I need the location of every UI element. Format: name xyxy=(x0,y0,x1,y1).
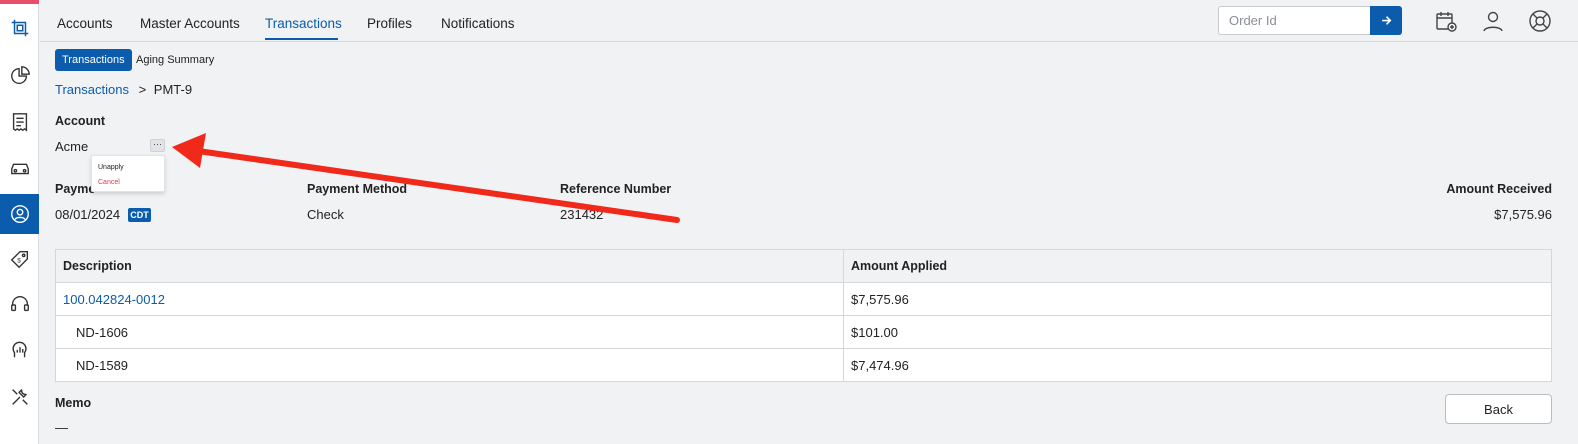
calendar-add-icon[interactable] xyxy=(1434,9,1458,33)
user-circle-icon[interactable] xyxy=(0,194,39,234)
sidebar: $ xyxy=(0,0,39,444)
amount-applied-header: Amount Applied xyxy=(843,249,1552,283)
breadcrumb-separator: > xyxy=(138,82,147,97)
tab-profiles[interactable]: Profiles xyxy=(367,16,412,31)
back-button[interactable]: Back xyxy=(1445,394,1552,424)
table-row: ND-1606 $101.00 xyxy=(55,315,1552,349)
menu-item-cancel[interactable]: Cancel xyxy=(98,179,120,186)
analytics-head-icon[interactable] xyxy=(0,329,39,369)
actions-menu: Unapply Cancel xyxy=(91,155,165,192)
tools-icon[interactable] xyxy=(0,377,39,417)
headset-icon[interactable] xyxy=(0,284,39,324)
account-label: Account xyxy=(55,114,105,128)
payment-date-value: 08/01/2024 xyxy=(55,207,121,222)
breadcrumb-transactions-link[interactable]: Transactions xyxy=(55,82,129,97)
breadcrumb: Transactions > PMT-9 xyxy=(55,82,192,97)
cdt-badge: CDT xyxy=(128,208,151,222)
amount-cell: $7,474.96 xyxy=(843,348,1552,382)
user-profile-icon[interactable] xyxy=(1481,9,1505,33)
tab-master-accounts[interactable]: Master Accounts xyxy=(140,16,240,31)
svg-text:$: $ xyxy=(17,258,21,265)
help-lifebuoy-icon[interactable] xyxy=(1528,9,1552,33)
payment-date-label: Payme xyxy=(55,182,96,196)
payment-method-value: Check xyxy=(307,207,344,222)
description-header: Description xyxy=(55,249,844,283)
amount-cell: $7,575.96 xyxy=(843,282,1552,316)
payment-method-label: Payment Method xyxy=(307,182,408,196)
table-header-row: Description Amount Applied xyxy=(55,249,1552,283)
amount-received-value: $7,575.96 xyxy=(1494,207,1552,222)
sidebar-top-stripe xyxy=(0,0,39,4)
tab-transactions[interactable]: Transactions xyxy=(265,16,342,31)
amount-received-label: Amount Received xyxy=(1446,182,1552,196)
reference-number-value: 231432 xyxy=(560,207,604,222)
subtab-transactions[interactable]: Transactions xyxy=(55,49,132,71)
car-icon[interactable] xyxy=(0,148,39,188)
breadcrumb-current: PMT-9 xyxy=(153,82,193,97)
price-tag-icon[interactable]: $ xyxy=(0,239,39,279)
active-tab-indicator xyxy=(265,38,338,40)
table-row: ND-1589 $7,474.96 xyxy=(55,348,1552,382)
tab-accounts[interactable]: Accounts xyxy=(57,16,113,31)
amount-cell: $101.00 xyxy=(843,315,1552,349)
invoice-link[interactable]: 100.042824-0012 xyxy=(55,282,844,316)
reference-number-label: Reference Number xyxy=(560,182,672,196)
receipt-icon[interactable] xyxy=(0,102,39,142)
subtab-aging-summary[interactable]: Aging Summary xyxy=(129,49,221,71)
logo-icon[interactable] xyxy=(0,8,39,48)
tab-notifications[interactable]: Notifications xyxy=(441,16,515,31)
table-row: 100.042824-0012 $7,575.96 xyxy=(55,282,1552,316)
order-search-button[interactable] xyxy=(1370,6,1402,35)
memo-value: — xyxy=(55,420,68,435)
arrow-right-icon xyxy=(1381,16,1391,25)
menu-item-unapply[interactable]: Unapply xyxy=(98,164,124,171)
account-value: Acme xyxy=(55,139,89,154)
applied-amounts-table: Description Amount Applied 100.042824-00… xyxy=(55,249,1552,382)
more-actions-button[interactable]: ··· xyxy=(150,139,165,152)
order-id-input[interactable] xyxy=(1218,6,1370,35)
memo-label: Memo xyxy=(55,396,92,410)
description-cell: ND-1589 xyxy=(55,348,844,382)
description-cell: ND-1606 xyxy=(55,315,844,349)
pie-chart-icon[interactable] xyxy=(0,56,39,96)
